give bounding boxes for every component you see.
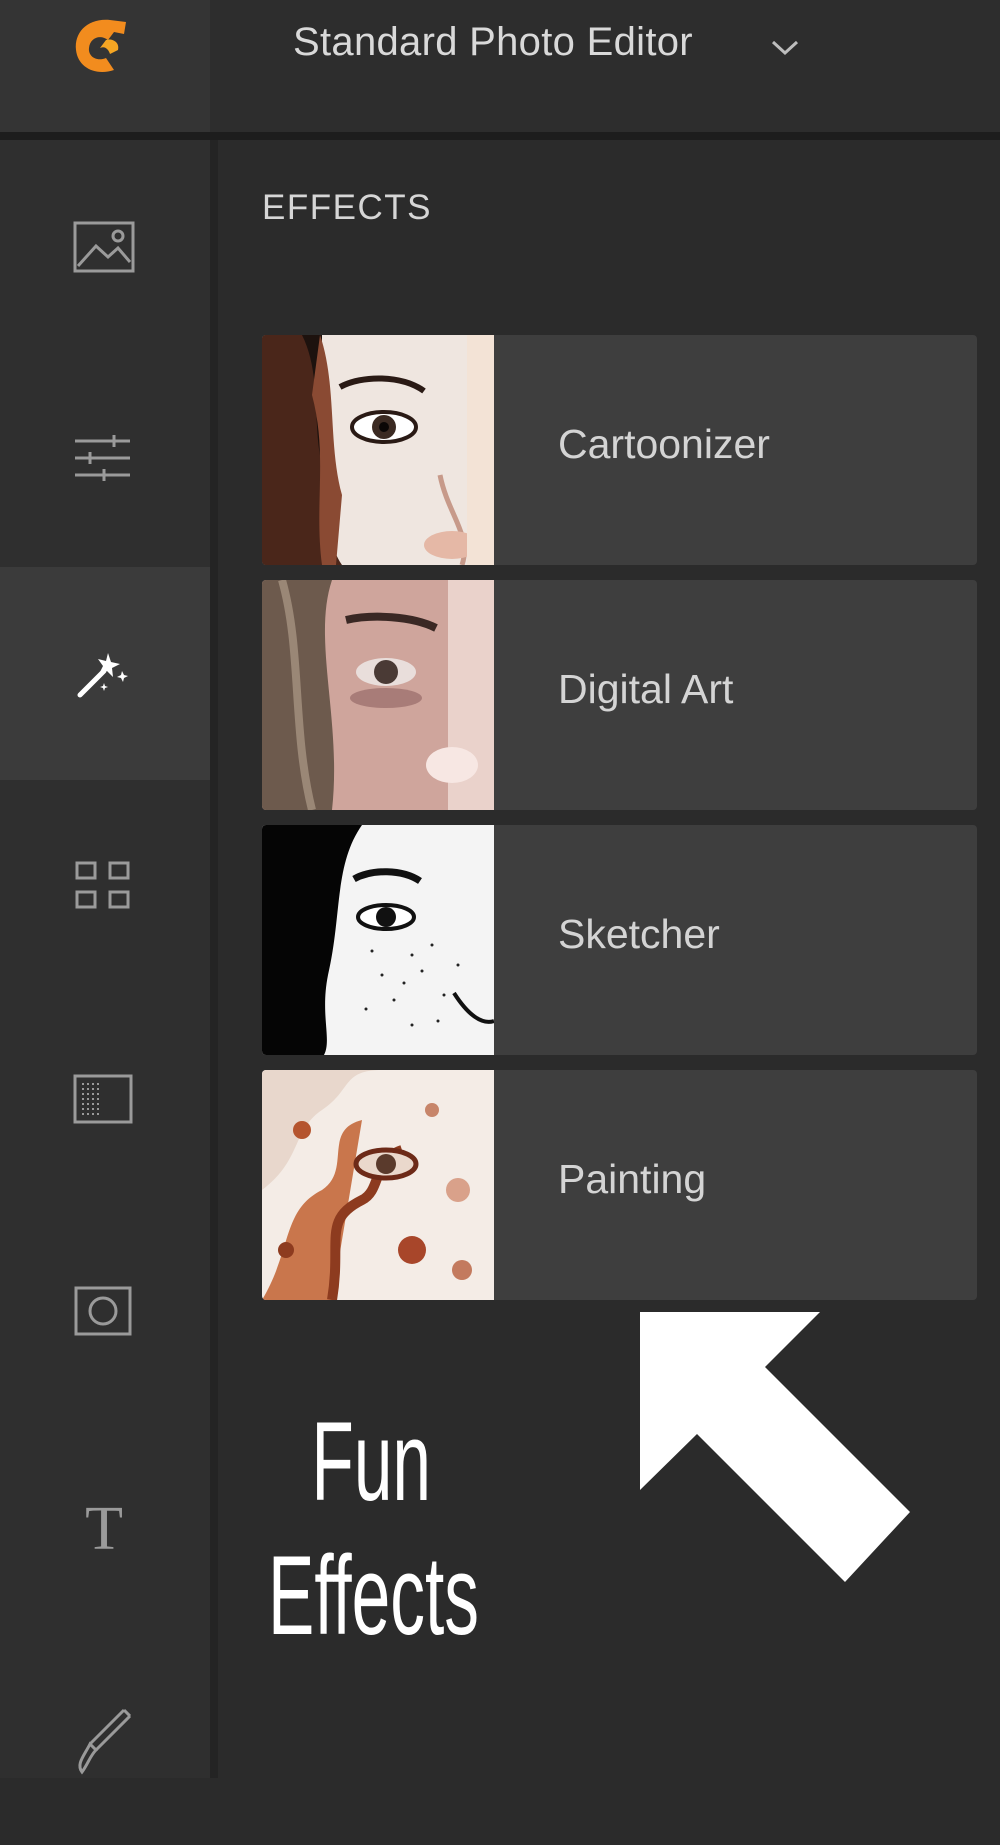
text-icon: T [85, 1495, 123, 1563]
effect-thumbnail [262, 580, 494, 810]
effect-card-sketcher[interactable]: Sketcher [262, 825, 977, 1055]
tool-image[interactable] [0, 140, 210, 353]
arrow-up-left-icon [640, 1312, 910, 1582]
tool-effects[interactable] [0, 567, 210, 780]
tool-text[interactable]: T [0, 1419, 210, 1632]
image-icon [73, 221, 135, 273]
sidebar-divider [210, 140, 218, 1778]
effect-label: Digital Art [558, 666, 734, 712]
tool-adjust[interactable] [0, 353, 210, 566]
tool-draw[interactable] [0, 1632, 210, 1845]
effect-card-digital-art[interactable]: Digital Art [262, 580, 977, 810]
editor-mode-title[interactable]: Standard Photo Editor [293, 20, 693, 65]
effect-thumbnail [262, 825, 494, 1055]
grid-icon [75, 861, 130, 909]
magic-wand-icon [77, 653, 128, 698]
effect-card-painting[interactable]: Painting [262, 1070, 977, 1300]
tool-textures[interactable] [0, 993, 210, 1206]
callout-line2: Effects [268, 1533, 480, 1658]
effect-thumbnail [262, 335, 494, 565]
callout-line1: Fun [311, 1399, 432, 1524]
header-divider [0, 132, 1000, 140]
svg-text:T: T [85, 1495, 123, 1563]
effect-card-cartoonizer[interactable]: Cartoonizer [262, 335, 977, 565]
fun-effects-callout: Fun Effects [268, 1395, 480, 1663]
tool-frames[interactable] [0, 1206, 210, 1419]
effect-label: Cartoonizer [558, 421, 770, 467]
panel-title: EFFECTS [262, 188, 432, 227]
effect-thumbnail [262, 1070, 494, 1300]
effect-label: Sketcher [558, 911, 720, 957]
brush-icon [78, 1708, 132, 1775]
frame-icon [74, 1286, 132, 1336]
logo-area[interactable] [0, 0, 210, 132]
tool-collage[interactable] [0, 780, 210, 993]
texture-icon [73, 1074, 133, 1124]
top-bar: Standard Photo Editor [0, 0, 1000, 132]
sliders-icon [75, 435, 130, 481]
chevron-down-icon[interactable] [768, 36, 802, 58]
app-logo-icon [75, 19, 126, 72]
effect-label: Painting [558, 1156, 707, 1202]
